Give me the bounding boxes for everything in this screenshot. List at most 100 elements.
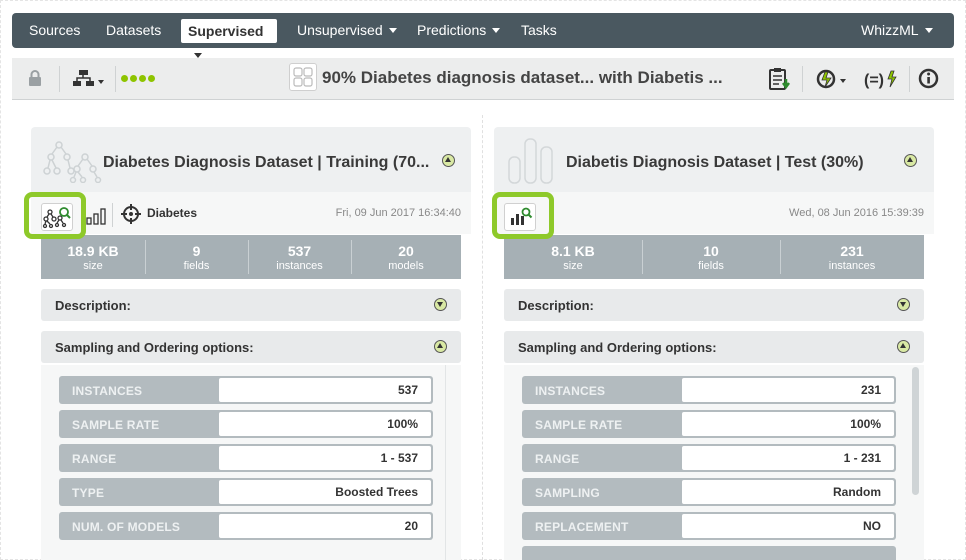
sampling-options: INSTANCES 231 SAMPLE RATE 100% RANGE 1 -… <box>504 365 924 560</box>
stat-fields: 9 fields <box>145 235 248 279</box>
description-section[interactable]: Description: <box>41 289 461 321</box>
stat-value: 231 <box>840 243 864 259</box>
nav-label: Tasks <box>521 22 557 38</box>
lock-icon[interactable] <box>28 70 42 87</box>
section-title: Sampling and Ordering options: <box>518 340 717 355</box>
clipboard-download-icon[interactable] <box>769 67 791 91</box>
option-key: REPLACEMENT <box>535 520 629 534</box>
info-icon[interactable] <box>918 68 939 89</box>
stat-label: fields <box>698 260 724 272</box>
svg-text:(=): (=) <box>864 72 884 89</box>
option-value: 100% <box>219 412 431 436</box>
option-value: Boosted Trees <box>219 480 431 504</box>
stat-label: instances <box>276 260 323 272</box>
sampling-section[interactable]: Sampling and Ordering options: <box>41 331 461 363</box>
option-row: NUM. OF MODELS 20 <box>59 512 433 540</box>
stat-value: 9 <box>192 243 201 259</box>
option-row: INSTANCES 231 <box>522 376 896 404</box>
sampling-section[interactable]: Sampling and Ordering options: <box>504 331 924 363</box>
chevron-down-icon <box>492 28 501 33</box>
collapse-toggle-icon[interactable] <box>434 340 447 353</box>
toolbar-divider <box>59 66 60 92</box>
option-key: TYPE <box>72 486 105 500</box>
scrollbar-thumb[interactable] <box>912 367 919 495</box>
nav-supervised[interactable]: Supervised <box>181 19 277 58</box>
stat-size: 18.9 KB size <box>41 235 145 279</box>
nav-sources[interactable]: Sources <box>29 13 80 48</box>
bar-chart-icon[interactable] <box>86 207 106 225</box>
top-nav: Sources Datasets Supervised Unsupervised… <box>12 13 954 58</box>
highlight-ensemble-search <box>24 192 86 239</box>
panel-title: Diabetis Diagnosis Dataset | Test (30%) <box>566 154 864 171</box>
option-value: 231 <box>682 378 894 402</box>
option-value: NO <box>682 514 894 538</box>
option-key: NUM. OF MODELS <box>72 520 181 534</box>
chevron-down-icon <box>388 28 397 33</box>
collapse-toggle-icon[interactable] <box>904 154 917 167</box>
objective-field[interactable]: Diabetes <box>147 206 197 220</box>
stat-label: size <box>563 260 583 272</box>
panel-header: Diabetes Diagnosis Dataset | Training (7… <box>31 127 471 192</box>
training-dataset-panel: Diabetes Diagnosis Dataset | Training (7… <box>31 127 471 560</box>
toolbar-divider <box>112 203 113 227</box>
option-row: SAMPLING Random <box>522 478 896 506</box>
resource-toolbar: 90% Diabetes diagnosis dataset... with D… <box>12 58 954 100</box>
created-date: Wed, 08 Jun 2016 15:39:39 <box>789 207 924 219</box>
stat-instances: 231 instances <box>780 235 924 279</box>
ensemble-trees-icon <box>43 141 102 183</box>
objective-target-icon <box>121 204 141 224</box>
stat-value: 20 <box>398 243 414 259</box>
stat-fields: 10 fields <box>642 235 780 279</box>
dataset-stats: 18.9 KB size 9 fields 537 instances 20 m… <box>41 235 461 279</box>
highlight-dataset-search <box>492 192 554 239</box>
nav-predictions[interactable]: Predictions <box>417 13 501 48</box>
collapse-toggle-icon[interactable] <box>442 154 455 167</box>
toolbar-divider <box>909 66 910 92</box>
panel-header: Diabetis Diagnosis Dataset | Test (30%) <box>494 127 934 192</box>
expand-toggle-icon[interactable] <box>897 298 910 311</box>
stat-value: 18.9 KB <box>67 243 119 259</box>
option-row: INSTANCES 537 <box>59 376 433 404</box>
stat-models: 20 models <box>351 235 461 279</box>
nav-unsupervised[interactable]: Unsupervised <box>297 13 397 48</box>
collapse-toggle-icon[interactable] <box>897 340 910 353</box>
option-row: SAMPLE RATE 100% <box>522 410 896 438</box>
nav-datasets[interactable]: Datasets <box>106 13 161 48</box>
panel-title: Diabetes Diagnosis Dataset | Training (7… <box>103 154 430 171</box>
toolbar-divider <box>802 66 803 92</box>
expand-toggle-icon[interactable] <box>434 298 447 311</box>
nav-label: Datasets <box>106 22 162 38</box>
option-value: 1 - 231 <box>682 446 894 470</box>
scroll-track <box>445 365 446 560</box>
stat-value: 10 <box>703 243 719 259</box>
stat-label: instances <box>828 260 876 272</box>
stat-instances: 537 instances <box>248 235 351 279</box>
option-row-partial <box>522 546 896 560</box>
nav-label: Supervised <box>188 23 264 39</box>
dataset-bars-icon <box>508 138 553 184</box>
chevron-down-icon <box>924 28 933 33</box>
model-tree-icon[interactable] <box>73 69 107 89</box>
resource-title: 90% Diabetes diagnosis dataset... with D… <box>322 68 723 87</box>
stat-label: fields <box>183 260 210 272</box>
formula-icon[interactable]: (=) <box>864 68 898 90</box>
option-value: 537 <box>219 378 431 402</box>
section-title: Description: <box>518 298 594 313</box>
option-row: REPLACEMENT NO <box>522 512 896 540</box>
panel-divider <box>482 115 483 560</box>
option-key: SAMPLE RATE <box>535 418 623 432</box>
nav-whizzml[interactable]: WhizzML <box>861 13 933 48</box>
nav-tasks[interactable]: Tasks <box>521 13 557 48</box>
option-value: Random <box>682 480 894 504</box>
option-key: SAMPLING <box>535 486 600 500</box>
option-value: 100% <box>682 412 894 436</box>
sampling-options: INSTANCES 537 SAMPLE RATE 100% RANGE 1 -… <box>41 365 461 560</box>
section-title: Sampling and Ordering options: <box>55 340 254 355</box>
option-row: SAMPLE RATE 100% <box>59 410 433 438</box>
dataset-icon <box>289 63 317 91</box>
option-key: INSTANCES <box>535 384 606 398</box>
option-row: RANGE 1 - 231 <box>522 444 896 472</box>
nav-label: Unsupervised <box>297 22 383 38</box>
reify-icon[interactable] <box>816 68 848 90</box>
description-section[interactable]: Description: <box>504 289 924 321</box>
